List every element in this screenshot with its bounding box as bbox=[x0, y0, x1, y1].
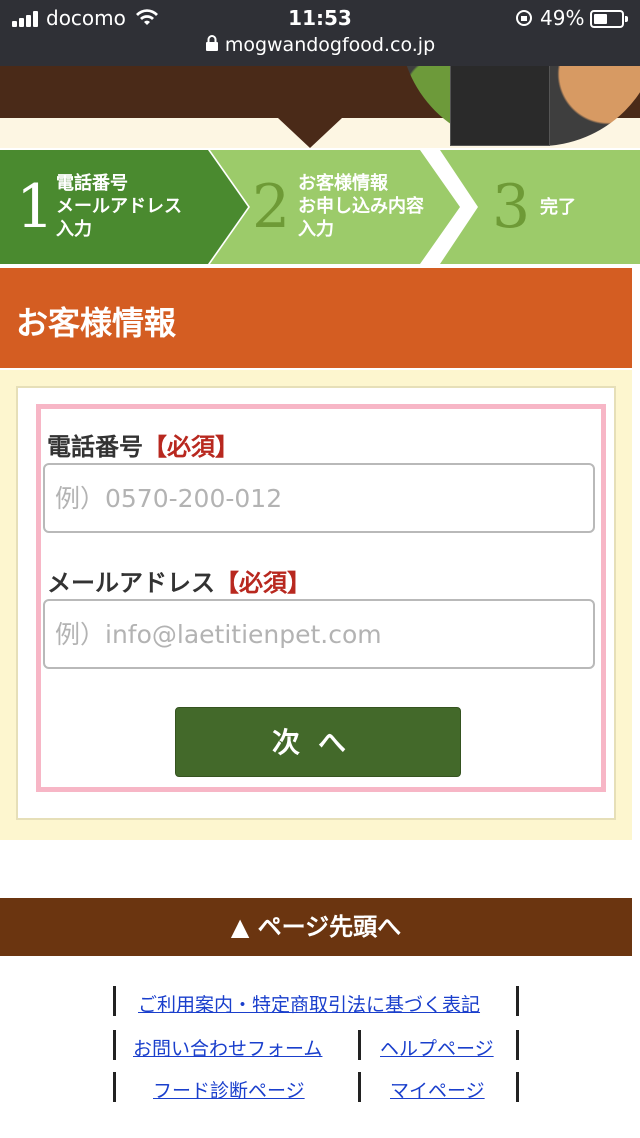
battery-icon bbox=[590, 10, 628, 28]
browser-chrome: docomo 11:53 49% mogwandogfood.co.jp bbox=[0, 0, 640, 66]
divider bbox=[516, 1030, 519, 1060]
footer-link-contact[interactable]: お問い合わせフォーム bbox=[133, 1034, 322, 1061]
step-1-label: 電話番号 メールアドレス 入力 bbox=[56, 173, 182, 240]
phone-input[interactable] bbox=[43, 463, 595, 533]
step-1-number: 1 bbox=[16, 172, 55, 242]
section-header: お客様情報 bbox=[0, 268, 632, 368]
form-area: 電話番号【必須】 メールアドレス【必須】 次へ bbox=[0, 370, 632, 840]
step-2: 2 お客様情報 お申し込み内容 入力 bbox=[250, 150, 450, 264]
status-bar: docomo 11:53 49% bbox=[0, 6, 640, 32]
email-label: メールアドレス【必須】 bbox=[47, 569, 311, 597]
step-2-number: 2 bbox=[252, 172, 291, 242]
divider bbox=[516, 986, 519, 1016]
divider bbox=[358, 1072, 361, 1102]
phone-label: 電話番号【必須】 bbox=[47, 433, 239, 461]
step-indicator: 1 電話番号 メールアドレス 入力 2 お客様情報 お申し込み内容 入力 3 完… bbox=[0, 150, 640, 264]
footer-link-help[interactable]: ヘルプページ bbox=[380, 1034, 494, 1061]
footer-link-terms[interactable]: ご利用案内・特定商取引法に基づく表記 bbox=[138, 990, 480, 1017]
customer-form: 電話番号【必須】 メールアドレス【必須】 次へ bbox=[36, 404, 606, 792]
divider bbox=[113, 986, 116, 1016]
page-top-button[interactable]: ▲ ページ先頭へ bbox=[0, 898, 632, 956]
dog-food-bag-image bbox=[450, 66, 550, 146]
footer-link-mypage[interactable]: マイページ bbox=[390, 1076, 485, 1103]
email-required-badge: 【必須】 bbox=[215, 569, 311, 597]
hero-banner bbox=[0, 66, 640, 148]
hero-notch bbox=[278, 118, 342, 148]
divider bbox=[516, 1072, 519, 1102]
url-bar[interactable]: mogwandogfood.co.jp bbox=[0, 34, 640, 56]
next-button[interactable]: 次へ bbox=[175, 707, 461, 777]
divider bbox=[358, 1030, 361, 1060]
step-2-label: お客様情報 お申し込み内容 入力 bbox=[298, 173, 424, 240]
step-3: 3 完了 bbox=[492, 150, 632, 264]
footer-link-food-diagnosis[interactable]: フード診断ページ bbox=[153, 1076, 305, 1103]
url-text: mogwandogfood.co.jp bbox=[224, 34, 436, 56]
divider bbox=[113, 1030, 116, 1060]
section-title: お客様情報 bbox=[16, 304, 177, 342]
email-input[interactable] bbox=[43, 599, 595, 669]
battery-percent: 49% bbox=[540, 6, 585, 30]
step-1: 1 電話番号 メールアドレス 入力 bbox=[0, 150, 240, 264]
divider bbox=[113, 1072, 116, 1102]
form-panel: 電話番号【必須】 メールアドレス【必須】 次へ bbox=[16, 386, 616, 820]
lock-icon bbox=[205, 34, 219, 56]
phone-required-badge: 【必須】 bbox=[143, 433, 239, 461]
rotation-lock-icon bbox=[514, 8, 534, 33]
step-3-number: 3 bbox=[492, 172, 531, 242]
step-3-label: 完了 bbox=[540, 197, 576, 218]
